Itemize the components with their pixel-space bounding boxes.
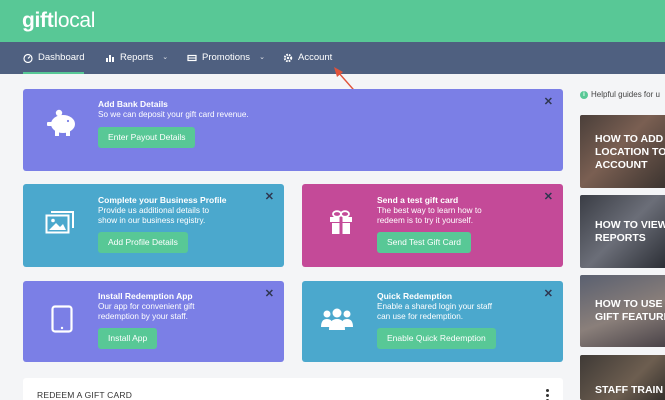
- quick-redemption-card: Quick Redemption Enable a shared login y…: [302, 281, 563, 362]
- guide-add-location[interactable]: HOW TO ADD LOCATION TO ACCOUNT: [580, 115, 665, 188]
- tablet-icon: [51, 305, 73, 333]
- images-icon: [45, 211, 74, 234]
- redeem-gift-card-panel: REDEEM A GIFT CARD: [23, 378, 563, 400]
- quick-card-description-line2: can use for redemption.: [377, 312, 464, 321]
- bank-card-description: So we can deposit your gift card revenue…: [98, 110, 249, 119]
- close-icon[interactable]: ✕: [544, 289, 553, 300]
- quick-card-title: Quick Redemption: [377, 291, 453, 301]
- test-gift-card-card: Send a test gift card The best way to le…: [302, 184, 563, 267]
- bank-details-card: Add Bank Details So we can deposit your …: [23, 89, 563, 171]
- more-options-icon[interactable]: [546, 389, 549, 400]
- info-icon: i: [580, 90, 588, 99]
- close-icon[interactable]: ✕: [544, 97, 553, 108]
- close-icon[interactable]: ✕: [544, 192, 553, 203]
- redeem-panel-title: REDEEM A GIFT CARD: [37, 390, 133, 400]
- guides-header: i Helpful guides for u: [580, 90, 660, 99]
- users-icon: [321, 308, 353, 330]
- install-app-button[interactable]: Install App: [98, 328, 158, 349]
- close-icon[interactable]: ✕: [265, 192, 274, 203]
- test-card-description-line1: The best way to learn how to: [377, 206, 482, 215]
- gift-icon: [330, 210, 352, 234]
- business-profile-card: Complete your Business Profile Provide u…: [23, 184, 284, 267]
- test-card-description-line2: redeem is to try it yourself.: [377, 216, 474, 225]
- send-test-gift-card-button[interactable]: Send Test Gift Card: [377, 232, 472, 253]
- bank-card-title: Add Bank Details: [98, 99, 168, 109]
- add-profile-details-button[interactable]: Add Profile Details: [98, 232, 188, 253]
- guide-view-reports[interactable]: HOW TO VIEW REPORTS: [580, 195, 665, 268]
- guide-staff-training[interactable]: STAFF TRAIN: [580, 355, 665, 400]
- close-icon[interactable]: ✕: [265, 289, 274, 300]
- install-app-card-description-line1: Our app for convenient gift: [98, 302, 195, 311]
- quick-card-description-line1: Enable a shared login your staff: [377, 302, 493, 311]
- piggy-bank-icon: [47, 109, 75, 136]
- test-card-title: Send a test gift card: [377, 195, 459, 205]
- profile-card-title: Complete your Business Profile: [98, 195, 227, 205]
- profile-card-description-line1: Provide us additional details to: [98, 206, 210, 215]
- profile-card-description-line2: show in our business registry.: [98, 216, 206, 225]
- install-app-card-title: Install Redemption App: [98, 291, 193, 301]
- install-app-card: Install Redemption App Our app for conve…: [23, 281, 284, 362]
- enter-payout-details-button[interactable]: Enter Payout Details: [98, 127, 196, 148]
- install-app-card-description-line2: redemption by your staff.: [98, 312, 188, 321]
- guide-gift-feature[interactable]: HOW TO USE GIFT FEATURE: [580, 275, 665, 347]
- enable-quick-redemption-button[interactable]: Enable Quick Redemption: [377, 328, 496, 349]
